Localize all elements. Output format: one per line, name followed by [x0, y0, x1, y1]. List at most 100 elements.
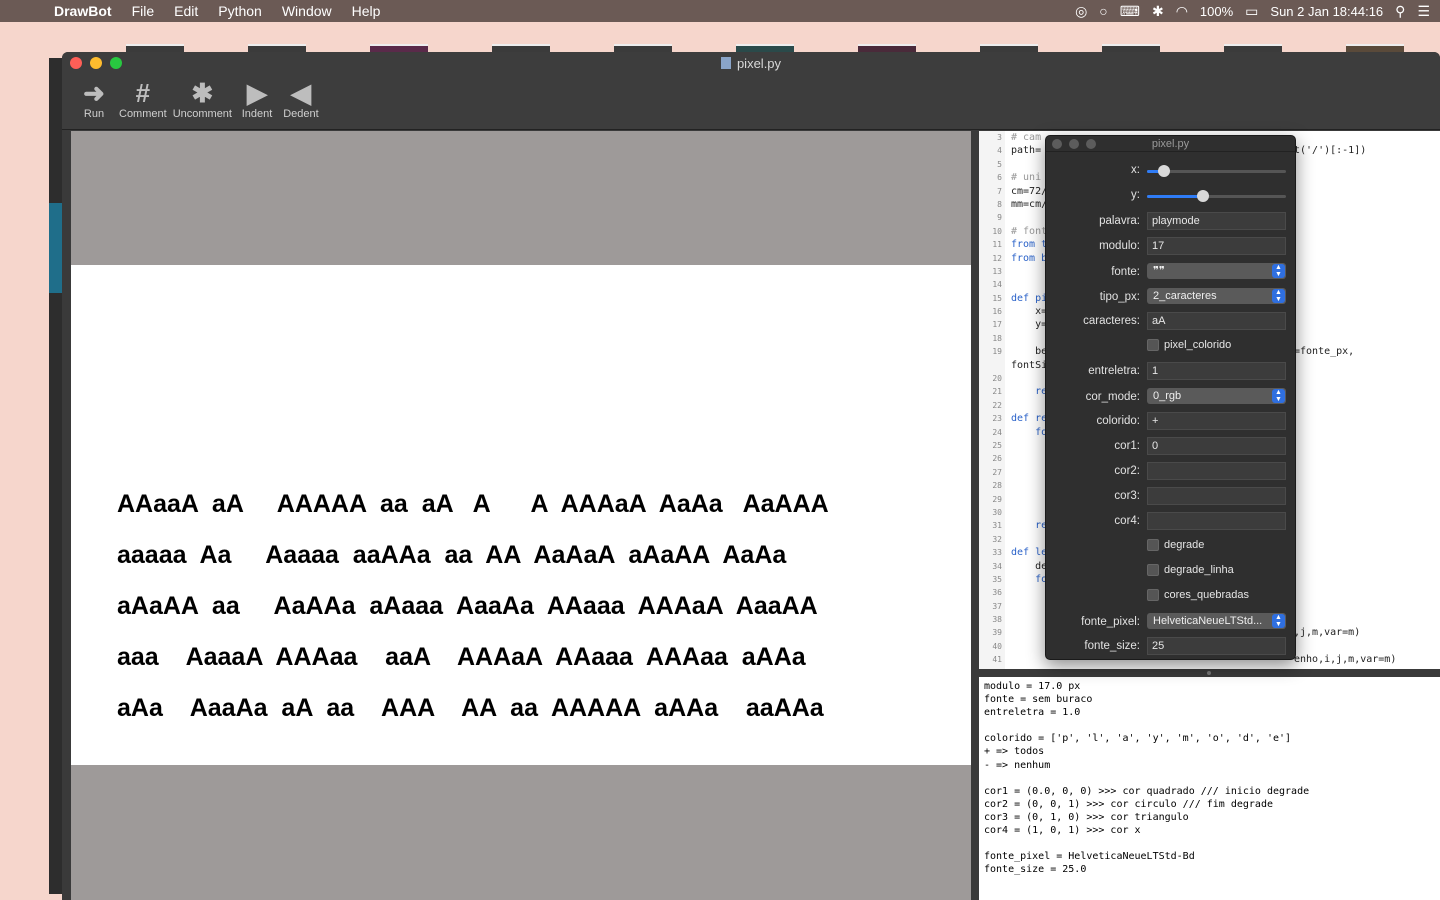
var-degrade-linha-row: degrade_linha [1046, 562, 1297, 582]
notification-center-icon[interactable]: ☰ [1417, 3, 1430, 20]
wifi-icon[interactable]: ◠ [1176, 3, 1188, 20]
cores-quebradas-checkbox[interactable]: cores_quebradas [1147, 589, 1249, 601]
menu-window[interactable]: Window [272, 3, 342, 19]
caracteres-field[interactable]: aA [1147, 312, 1286, 330]
fonte-pixel-select[interactable]: HelveticaNeueLTStd... ▲ ▼ [1147, 613, 1286, 629]
var-fonte-label: fonte: [1111, 266, 1140, 278]
run-button[interactable]: ➜ Run [72, 78, 116, 120]
desktop-thumbnail[interactable] [980, 44, 1038, 52]
fonte-size-field[interactable]: 25 [1147, 637, 1286, 655]
var-modulo-label: modulo: [1099, 240, 1140, 252]
desktop-thumbnail[interactable] [1346, 44, 1404, 52]
run-label: Run [83, 108, 105, 120]
desktop-thumbnail[interactable] [614, 44, 672, 52]
colorido-field[interactable]: + [1147, 412, 1286, 430]
keyboard-icon[interactable]: ⌨ [1120, 3, 1140, 20]
checkbox-box[interactable] [1147, 589, 1159, 601]
menu-app-drawbot[interactable]: DrawBot [40, 3, 122, 19]
desktop-thumbnail[interactable] [370, 44, 428, 52]
chevron-updown-icon: ▲ ▼ [1272, 614, 1285, 628]
var-cor1-label: cor1: [1114, 440, 1140, 452]
cor4-field[interactable] [1147, 512, 1286, 530]
panel-close-button[interactable] [1052, 139, 1062, 149]
spotlight-search-icon[interactable]: ⚲ [1395, 3, 1405, 20]
menu-python[interactable]: Python [208, 3, 272, 19]
y-slider[interactable] [1147, 190, 1286, 202]
line-number: 32 [992, 534, 1002, 544]
panel-minimize-button[interactable] [1069, 139, 1079, 149]
line-number: 30 [992, 507, 1002, 517]
desktop-thumbnail[interactable] [1224, 44, 1282, 52]
var-x-label: x: [1131, 164, 1140, 176]
canvas-page: AAaaA aA AAAAA aa aA A A AAAaA AaAa AaAA… [71, 265, 971, 765]
creative-cloud-icon[interactable]: ◎ [1075, 3, 1087, 20]
code-line-text: def pi [1011, 292, 1048, 304]
palavra-field[interactable]: playmode [1147, 212, 1286, 230]
degrade-checkbox[interactable]: degrade [1147, 539, 1204, 551]
y-slider-knob[interactable] [1196, 190, 1209, 202]
battery-percent[interactable]: 100% [1200, 4, 1233, 19]
pixel-text-output: AAaaA aA AAAAA aa aA A A AAAaA AaAa AaAA… [117, 462, 829, 751]
fonte-select[interactable]: ❞❞ ▲ ▼ [1147, 263, 1286, 279]
clock[interactable]: Sun 2 Jan 18:44:16 [1270, 4, 1383, 19]
line-number: 13 [992, 266, 1002, 276]
indent-triangle-icon: ▶ [246, 78, 267, 108]
code-line-text: fo [1011, 573, 1048, 585]
desktop-thumbnail[interactable] [858, 44, 916, 52]
panel-zoom-button[interactable] [1086, 139, 1096, 149]
entreletra-field[interactable]: 1 [1147, 362, 1286, 380]
var-caracteres-row: caracteres: aA [1046, 312, 1297, 332]
code-line-text: # cam [1011, 132, 1042, 143]
degrade-linha-checkbox[interactable]: degrade_linha [1147, 564, 1234, 576]
desktop-thumbnail[interactable] [126, 44, 184, 52]
drawing-canvas[interactable]: AAaaA aA AAAAA aa aA A A AAAaA AaAa AaAA… [71, 131, 971, 900]
cor-mode-select[interactable]: 0_rgb ▲ ▼ [1147, 388, 1286, 404]
chevron-updown-icon: ▲ ▼ [1272, 289, 1285, 303]
cores-quebradas-label: cores_quebradas [1164, 589, 1250, 601]
desktop-thumbnail[interactable] [492, 44, 550, 52]
x-slider[interactable] [1147, 165, 1286, 177]
x-slider-knob[interactable] [1157, 165, 1170, 177]
checkbox-box[interactable] [1147, 564, 1159, 576]
desktop-thumbnail[interactable] [1102, 44, 1160, 52]
desktop-thumbnail[interactable] [248, 44, 306, 52]
output-console[interactable]: modulo = 17.0 px fonte = sem buraco entrel… [979, 677, 1440, 900]
menu-edit[interactable]: Edit [164, 3, 208, 19]
split-divider-vertical[interactable] [971, 131, 979, 900]
split-divider-horizontal[interactable] [979, 669, 1440, 677]
checkbox-box[interactable] [1147, 339, 1159, 351]
uncomment-button[interactable]: ✱ Uncomment [170, 78, 235, 120]
line-number: 3 [997, 133, 1002, 142]
code-line-text: re [1011, 520, 1048, 532]
panel-titlebar[interactable]: pixel.py [1046, 136, 1295, 152]
cor3-field[interactable] [1147, 487, 1286, 505]
battery-icon[interactable]: ▭ [1245, 3, 1258, 20]
code-line-text: cm=72/ [1011, 185, 1048, 197]
indent-button[interactable]: ▶ Indent [235, 78, 279, 120]
chevron-updown-icon: ▲ ▼ [1272, 264, 1285, 278]
bluetooth-icon[interactable]: ✱ [1152, 3, 1164, 20]
pixel-colorido-checkbox[interactable]: pixel_colorido [1147, 339, 1231, 351]
degrade-linha-label: degrade_linha [1164, 564, 1234, 576]
circle-status-icon[interactable]: ○ [1099, 3, 1107, 19]
comment-button[interactable]: # Comment [116, 78, 170, 120]
tipo-px-select[interactable]: 2_caracteres ▲ ▼ [1147, 288, 1286, 304]
line-number: 19 [992, 347, 1002, 357]
comment-label: Comment [119, 108, 167, 120]
var-palavra-label: palavra: [1099, 215, 1140, 227]
cor2-field[interactable] [1147, 462, 1286, 480]
tipo-px-select-value: 2_caracteres [1153, 290, 1217, 302]
line-number: 41 [992, 655, 1002, 665]
cor1-field[interactable]: 0 [1147, 437, 1286, 455]
dedent-button[interactable]: ◀ Dedent [279, 78, 323, 120]
modulo-field[interactable]: 17 [1147, 237, 1286, 255]
line-number: 5 [997, 159, 1002, 169]
menu-file[interactable]: File [122, 3, 165, 19]
code-line-text-visible-right: =fonte_px, [1294, 346, 1355, 358]
line-number: 4 [997, 146, 1002, 156]
checkbox-box[interactable] [1147, 539, 1159, 551]
window-titlebar[interactable]: pixel.py ➜ Run # Comment ✱ Uncomment ▶ I… [62, 52, 1440, 130]
menu-help[interactable]: Help [342, 3, 391, 19]
desktop-thumbnail[interactable] [736, 44, 794, 52]
